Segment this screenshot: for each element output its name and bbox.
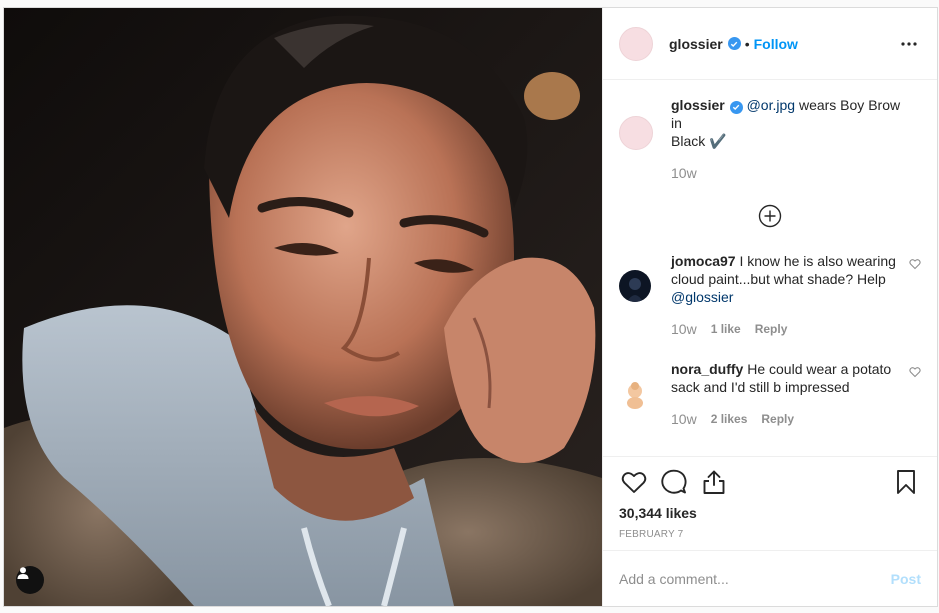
comment-meta: 10w 2 likes Reply xyxy=(671,410,906,428)
comment-item: nora_duffy He could wear a potato sack a… xyxy=(619,360,921,428)
commenter-avatar[interactable] xyxy=(619,378,651,410)
comments-section: glossier @or.jpg wears Boy Brow in Black… xyxy=(603,80,937,456)
reply-button[interactable]: Reply xyxy=(761,410,794,428)
portrait-image xyxy=(4,8,602,606)
caption-meta: 10w xyxy=(671,164,906,182)
author-avatar[interactable] xyxy=(619,26,653,61)
caption: glossier @or.jpg wears Boy Brow in Black… xyxy=(619,96,921,182)
comment-input[interactable] xyxy=(619,570,891,587)
verified-badge-icon xyxy=(727,37,741,50)
caption-time[interactable]: 10w xyxy=(671,164,697,182)
more-options-icon[interactable] xyxy=(897,32,921,56)
check-mark: ✔️ xyxy=(709,133,727,149)
person-icon xyxy=(17,567,29,579)
author-username[interactable]: glossier xyxy=(669,36,723,52)
comment-meta: 10w 1 like Reply xyxy=(671,320,906,338)
comment-like-heart-icon[interactable] xyxy=(909,257,921,270)
comment-mention[interactable]: @glossier xyxy=(671,289,733,305)
user-tag-icon[interactable] xyxy=(16,566,44,594)
verified-badge-icon xyxy=(729,100,743,114)
share-icon[interactable] xyxy=(699,467,729,497)
post-card: glossier • Follow glossier @or.jpg wears… xyxy=(3,7,938,607)
action-icons-row xyxy=(619,467,921,497)
caption-body-line2: Black xyxy=(671,133,706,149)
caption-mention[interactable]: @or.jpg xyxy=(747,97,795,113)
comment-item: jomoca97 I know he is also wearing cloud… xyxy=(619,252,921,338)
comment-like-count[interactable]: 1 like xyxy=(711,320,741,338)
separator-dot: • xyxy=(744,35,750,52)
comment-like-heart-icon[interactable] xyxy=(909,365,921,378)
post-side-panel: glossier • Follow glossier @or.jpg wears… xyxy=(602,8,937,606)
post-date[interactable]: FEBRUARY 7 xyxy=(619,529,921,540)
caption-username[interactable]: glossier xyxy=(671,97,725,113)
caption-text: glossier @or.jpg wears Boy Brow in Black… xyxy=(671,96,906,150)
comment-text: nora_duffy He could wear a potato sack a… xyxy=(671,360,906,396)
post-actions: 30,344 likes FEBRUARY 7 xyxy=(603,456,937,550)
commenter-avatar[interactable] xyxy=(619,270,651,302)
caption-avatar[interactable] xyxy=(619,116,653,150)
add-comment-bar: Post xyxy=(603,550,937,606)
post-comment-button[interactable]: Post xyxy=(891,571,921,587)
post-like-count[interactable]: 30,344 likes xyxy=(619,505,921,521)
load-more-comments-icon[interactable] xyxy=(758,204,782,228)
follow-button[interactable]: Follow xyxy=(754,36,798,52)
save-bookmark-icon[interactable] xyxy=(891,467,921,497)
comment-like-count[interactable]: 2 likes xyxy=(711,410,748,428)
reply-button[interactable]: Reply xyxy=(755,320,788,338)
like-heart-icon[interactable] xyxy=(619,467,649,497)
comment-username[interactable]: nora_duffy xyxy=(671,361,743,377)
comment-time[interactable]: 10w xyxy=(671,410,697,428)
comment-bubble-icon[interactable] xyxy=(659,467,689,497)
post-photo[interactable] xyxy=(4,8,602,606)
comment-time[interactable]: 10w xyxy=(671,320,697,338)
comment-text: jomoca97 I know he is also wearing cloud… xyxy=(671,252,906,306)
comment-username[interactable]: jomoca97 xyxy=(671,253,736,269)
post-header: glossier • Follow xyxy=(603,8,937,80)
